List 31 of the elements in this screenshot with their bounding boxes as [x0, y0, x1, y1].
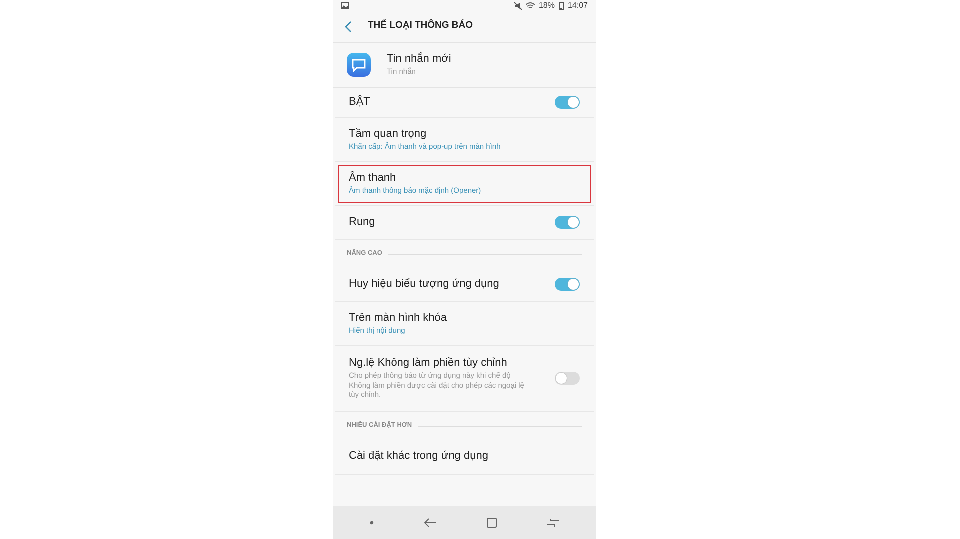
setting-title: BẬT	[349, 96, 372, 110]
settings-row[interactable]: BẬT	[335, 88, 594, 118]
messages-app-icon	[347, 53, 371, 77]
wifi-icon	[526, 2, 535, 10]
setting-title: Ng.lệ Không làm phiền tùy chỉnh	[349, 357, 508, 371]
recent-apps-icon[interactable]	[546, 518, 559, 528]
back-icon[interactable]	[424, 518, 436, 528]
page-title: THỂ LOẠI THÔNG BÁO	[368, 19, 474, 34]
dot-icon[interactable]	[370, 520, 374, 524]
setting-title: Trên màn hình khóa	[349, 312, 448, 326]
setting-title: Cài đặt khác trong ứng dụng	[349, 450, 490, 464]
setting-title: Huy hiệu biểu tượng ứng dụng	[349, 278, 500, 292]
setting-title: Tầm quan trọng	[349, 128, 428, 142]
settings-row[interactable]: Rung	[335, 206, 594, 240]
app-name: Tin nhắn mới	[387, 52, 452, 66]
battery-icon	[558, 2, 564, 10]
toggle-switch[interactable]	[555, 216, 580, 229]
clock: 14:07	[568, 0, 588, 12]
back-icon	[345, 20, 352, 32]
setting-title: Âm thanh	[349, 172, 398, 186]
settings-row[interactable]: Huy hiệu biểu tượng ứng dụng	[335, 268, 594, 302]
toggle-switch[interactable]	[555, 372, 580, 385]
mute-icon	[514, 2, 522, 10]
setting-title: Rung	[349, 216, 376, 230]
toggle-switch[interactable]	[555, 96, 580, 109]
settings-row[interactable]: Cài đặt khác trong ứng dụng	[335, 440, 594, 475]
back-button[interactable]	[345, 20, 352, 32]
toggle-switch[interactable]	[555, 278, 580, 291]
battery-percent: 18%	[538, 0, 555, 12]
gallery-icon	[341, 2, 349, 9]
home-icon[interactable]	[486, 518, 497, 528]
